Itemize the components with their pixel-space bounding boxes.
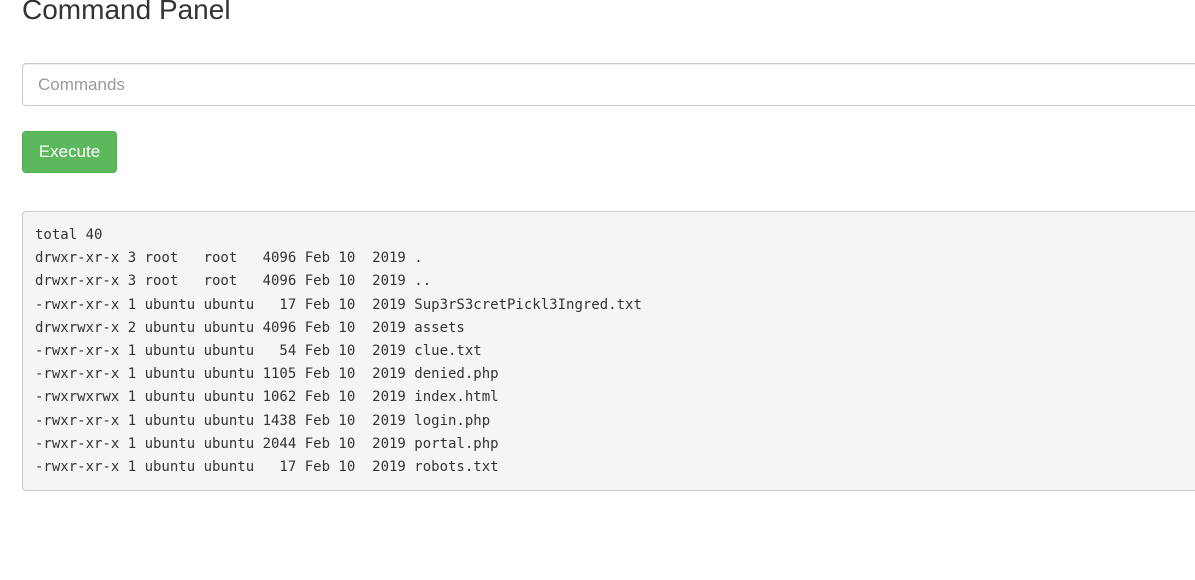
output-line: -rwxr-xr-x 1 ubuntu ubuntu 2044 Feb 10 2… <box>35 435 499 452</box>
output-line: -rwxr-xr-x 1 ubuntu ubuntu 17 Feb 10 201… <box>35 296 642 313</box>
output-line: -rwxrwxrwx 1 ubuntu ubuntu 1062 Feb 10 2… <box>35 389 499 406</box>
output-line: -rwxr-xr-x 1 ubuntu ubuntu 54 Feb 10 201… <box>35 343 482 360</box>
output-line: drwxrwxr-x 2 ubuntu ubuntu 4096 Feb 10 2… <box>35 319 465 336</box>
output-line: -rwxr-xr-x 1 ubuntu ubuntu 1438 Feb 10 2… <box>35 412 491 429</box>
output-line: total 40 <box>35 227 103 243</box>
output-line: -rwxr-xr-x 1 ubuntu ubuntu 17 Feb 10 201… <box>35 459 499 476</box>
output-line: -rwxr-xr-x 1 ubuntu ubuntu 1105 Feb 10 2… <box>35 366 499 383</box>
execute-button[interactable]: Execute <box>22 131 117 173</box>
page-title: Command Panel <box>22 0 231 25</box>
command-output: total 40 drwxr-xr-x 3 root root 4096 Feb … <box>22 211 1195 491</box>
output-line: drwxr-xr-x 3 root root 4096 Feb 10 2019 … <box>35 250 423 267</box>
command-input[interactable] <box>22 63 1195 106</box>
output-line: drwxr-xr-x 3 root root 4096 Feb 10 2019 … <box>35 273 432 290</box>
